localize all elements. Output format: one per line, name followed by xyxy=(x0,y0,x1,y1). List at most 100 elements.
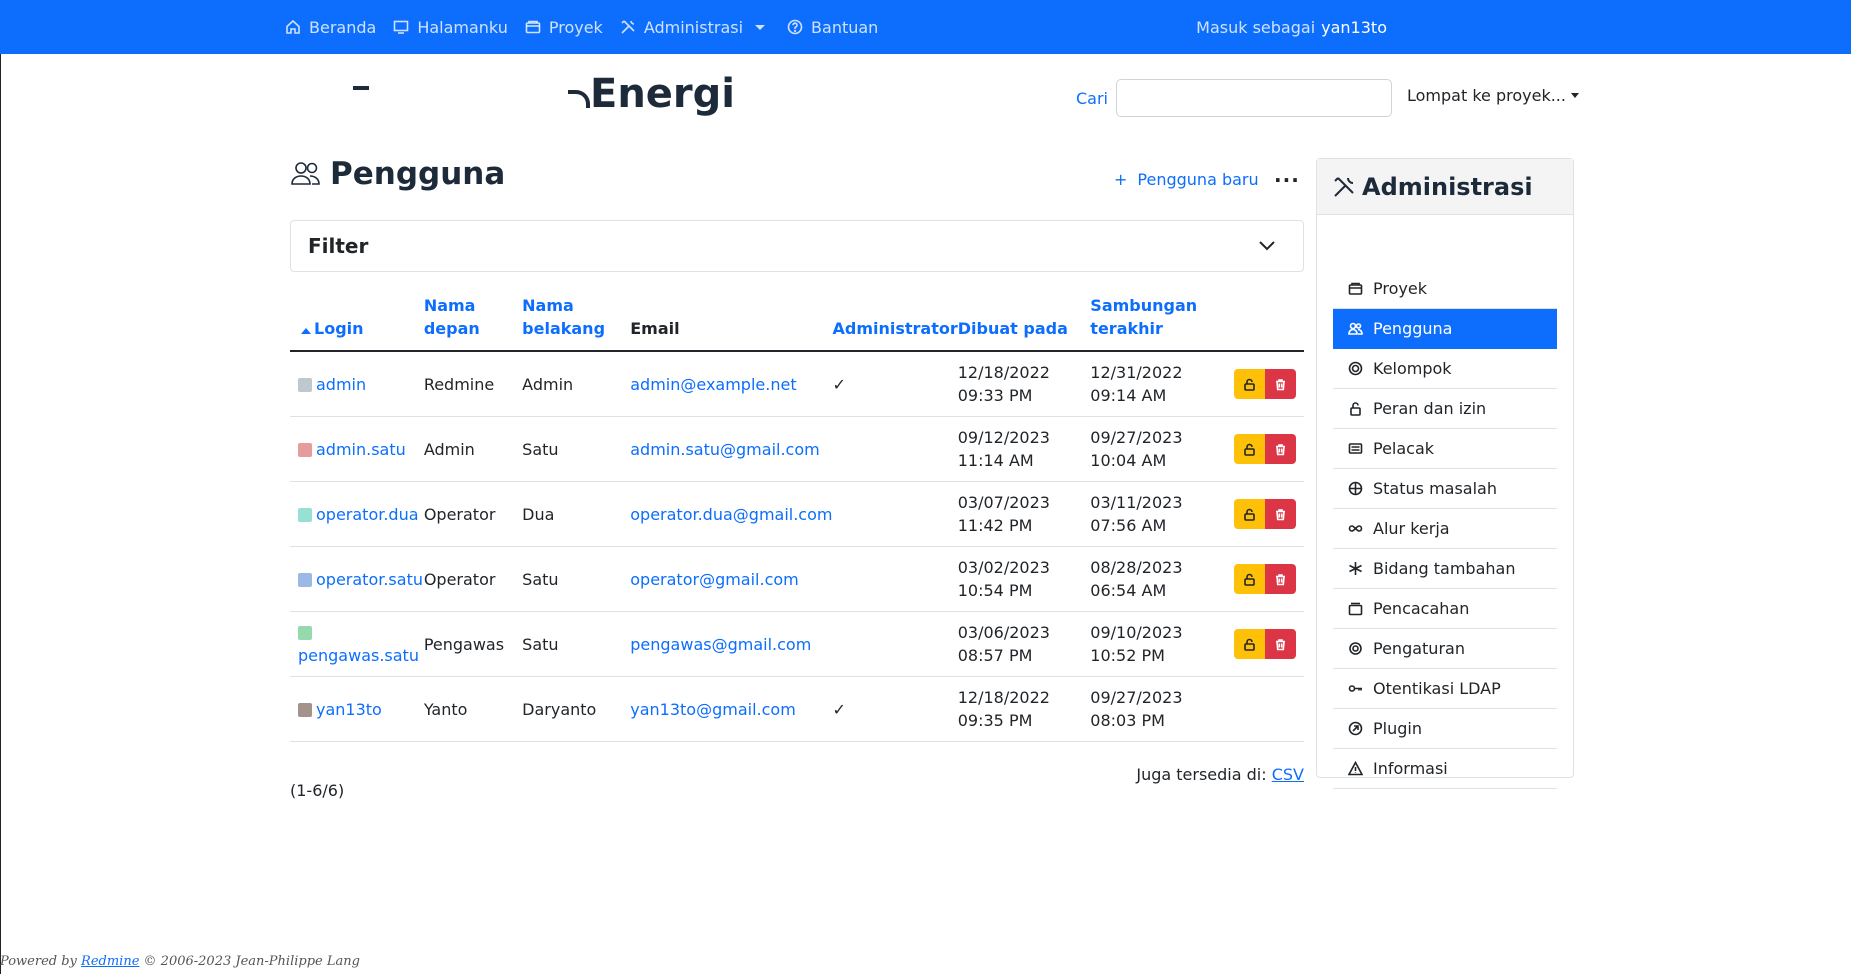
footer: Powered by Redmine © 2006-2023 Jean-Phil… xyxy=(0,954,360,969)
sidebar-item-alur-kerja[interactable]: Alur kerja xyxy=(1333,509,1557,549)
table-row: admin.satu Admin Satu admin.satu@gmail.c… xyxy=(290,416,1304,482)
sidebar-item-pengaturan[interactable]: Pengaturan xyxy=(1333,629,1557,669)
lock-user-button[interactable] xyxy=(1234,369,1265,399)
column-header-created[interactable]: Dibuat pada xyxy=(957,294,1091,352)
column-header-firstname[interactable]: Nama depan xyxy=(423,294,523,352)
lock-user-button[interactable] xyxy=(1234,499,1265,529)
delete-user-button[interactable] xyxy=(1265,564,1296,594)
lock-user-button[interactable] xyxy=(1234,629,1265,659)
top-nav-mypage[interactable]: Halamanku xyxy=(393,18,508,37)
email-link[interactable]: yan13to@gmail.com xyxy=(630,700,796,719)
user-login-link[interactable]: operator.dua xyxy=(316,505,419,524)
sidebar-item-proyek[interactable]: Proyek xyxy=(1333,269,1557,309)
chevron-down-icon[interactable] xyxy=(755,24,766,30)
cell-login: admin xyxy=(290,351,424,417)
search-input[interactable] xyxy=(1116,79,1392,117)
delete-user-button[interactable] xyxy=(1265,369,1296,399)
delete-user-button[interactable] xyxy=(1265,434,1296,464)
cell-firstname: Redmine xyxy=(423,351,523,417)
top-nav-admin[interactable]: Administrasi xyxy=(620,18,743,37)
sidebar-item-pelacak[interactable]: Pelacak xyxy=(1333,429,1557,469)
brand-title: Energi xyxy=(590,71,735,117)
cell-lastlogin: 08/28/2023 06:54 AM xyxy=(1090,546,1226,612)
my-account-link[interactable]: Akun saya xyxy=(1411,18,1494,37)
email-link[interactable]: operator@gmail.com xyxy=(630,570,799,589)
column-header-lastname[interactable]: Nama belakang xyxy=(522,294,631,352)
chevron-down-icon[interactable] xyxy=(1257,235,1277,255)
sidebar-item-label: Proyek xyxy=(1373,279,1427,298)
table-header-row: Login Nama depan Nama belakang Email Admin… xyxy=(290,294,1304,352)
table-row: yan13to Yanto Daryanto yan13to@gmail.com… xyxy=(290,676,1304,742)
email-link[interactable]: pengawas@gmail.com xyxy=(630,635,811,654)
top-nav-mypage-label: Halamanku xyxy=(417,17,508,37)
more-actions-button[interactable]: ··· xyxy=(1274,168,1300,192)
sidebar-item-label: Alur kerja xyxy=(1373,519,1450,538)
users-icon xyxy=(1348,322,1363,335)
top-nav-projects-label: Proyek xyxy=(548,17,603,37)
sidebar-item-peran-dan-izin[interactable]: Peran dan izin xyxy=(1333,389,1557,429)
cell-lastname: Admin xyxy=(522,351,631,417)
cell-actions xyxy=(1225,676,1304,742)
sidebar-item-label: Status masalah xyxy=(1373,479,1497,498)
sidebar-item-kelompok[interactable]: Kelompok xyxy=(1333,349,1557,389)
cell-firstname: Pengawas xyxy=(423,611,523,677)
delete-user-button[interactable] xyxy=(1265,629,1296,659)
admin-check-icon: ✓ xyxy=(832,699,846,719)
trash-icon xyxy=(1276,443,1285,455)
top-nav-projects[interactable]: Proyek xyxy=(525,18,603,37)
sidebar-item-informasi[interactable]: Informasi xyxy=(1333,749,1557,789)
cell-admin xyxy=(832,546,958,612)
sidebar-item-otentikasi-ldap[interactable]: Otentikasi LDAP xyxy=(1333,669,1557,709)
project-jump-dropdown[interactable]: Lompat ke proyek... xyxy=(1407,86,1579,105)
avatar xyxy=(298,377,312,392)
email-link[interactable]: admin@example.net xyxy=(630,375,796,394)
cell-email: operator@gmail.com xyxy=(630,546,833,612)
column-header-lastlogin[interactable]: Sambungan terakhir xyxy=(1090,294,1226,352)
column-header-login[interactable]: Login xyxy=(290,294,424,352)
sidebar-item-pengguna[interactable]: Pengguna xyxy=(1333,309,1557,349)
user-login-link[interactable]: operator.satu xyxy=(316,570,423,589)
user-login-link[interactable]: admin xyxy=(316,375,366,394)
redmine-link[interactable]: Redmine xyxy=(81,954,139,969)
monitor-icon xyxy=(394,20,409,34)
top-nav-help[interactable]: Bantuan xyxy=(787,18,878,37)
lock-user-button[interactable] xyxy=(1234,434,1265,464)
filter-panel[interactable]: Filter xyxy=(290,220,1304,272)
lock-user-button[interactable] xyxy=(1234,564,1265,594)
logged-in-user-link[interactable]: yan13to xyxy=(1321,18,1387,37)
csv-export-link[interactable]: CSV xyxy=(1272,765,1304,784)
user-login-link[interactable]: admin.satu xyxy=(316,440,406,459)
page-edge xyxy=(0,54,1,974)
email-link[interactable]: operator.dua@gmail.com xyxy=(630,505,832,524)
admin-check-icon: ✓ xyxy=(832,374,846,394)
export-links: Juga tersedia di: CSV xyxy=(1136,765,1304,784)
sidebar-item-status-masalah[interactable]: Status masalah xyxy=(1333,469,1557,509)
filter-title: Filter xyxy=(308,234,369,258)
search-form: Cari xyxy=(1076,79,1392,117)
cell-email: operator.dua@gmail.com xyxy=(630,481,833,547)
logout-link[interactable]: Keluar xyxy=(1517,18,1568,37)
avatar xyxy=(298,572,312,587)
users-table: Login Nama depan Nama belakang Email Admin… xyxy=(290,294,1304,742)
column-header-admin[interactable]: Administrator xyxy=(832,294,958,352)
footer-powered: Powered by xyxy=(0,954,77,969)
site-brand[interactable]: Energi xyxy=(290,66,735,122)
email-link[interactable]: admin.satu@gmail.com xyxy=(630,440,819,459)
trash-icon xyxy=(1276,508,1285,520)
sidebar-item-label: Plugin xyxy=(1373,719,1422,738)
sidebar-item-label: Peran dan izin xyxy=(1373,399,1487,418)
user-login-link[interactable]: yan13to xyxy=(316,700,382,719)
delete-user-button[interactable] xyxy=(1265,499,1296,529)
cell-created: 03/07/2023 11:42 PM xyxy=(957,481,1091,547)
sidebar-item-label: Pencacahan xyxy=(1373,599,1470,618)
top-nav-home[interactable]: Beranda xyxy=(285,18,376,37)
sidebar-item-pencacahan[interactable]: Pencacahan xyxy=(1333,589,1557,629)
project-jump-label: Lompat ke proyek... xyxy=(1407,86,1566,105)
trash-icon xyxy=(1276,573,1285,585)
sidebar-item-bidang-tambahan[interactable]: Bidang tambahan xyxy=(1333,549,1557,589)
user-login-link[interactable]: pengawas.satu xyxy=(298,646,419,665)
sidebar-item-plugin[interactable]: Plugin xyxy=(1333,709,1557,749)
new-user-button[interactable]: + Pengguna baru xyxy=(1114,170,1259,189)
cell-lastlogin: 09/27/2023 10:04 AM xyxy=(1090,416,1226,482)
search-label[interactable]: Cari xyxy=(1076,89,1108,108)
